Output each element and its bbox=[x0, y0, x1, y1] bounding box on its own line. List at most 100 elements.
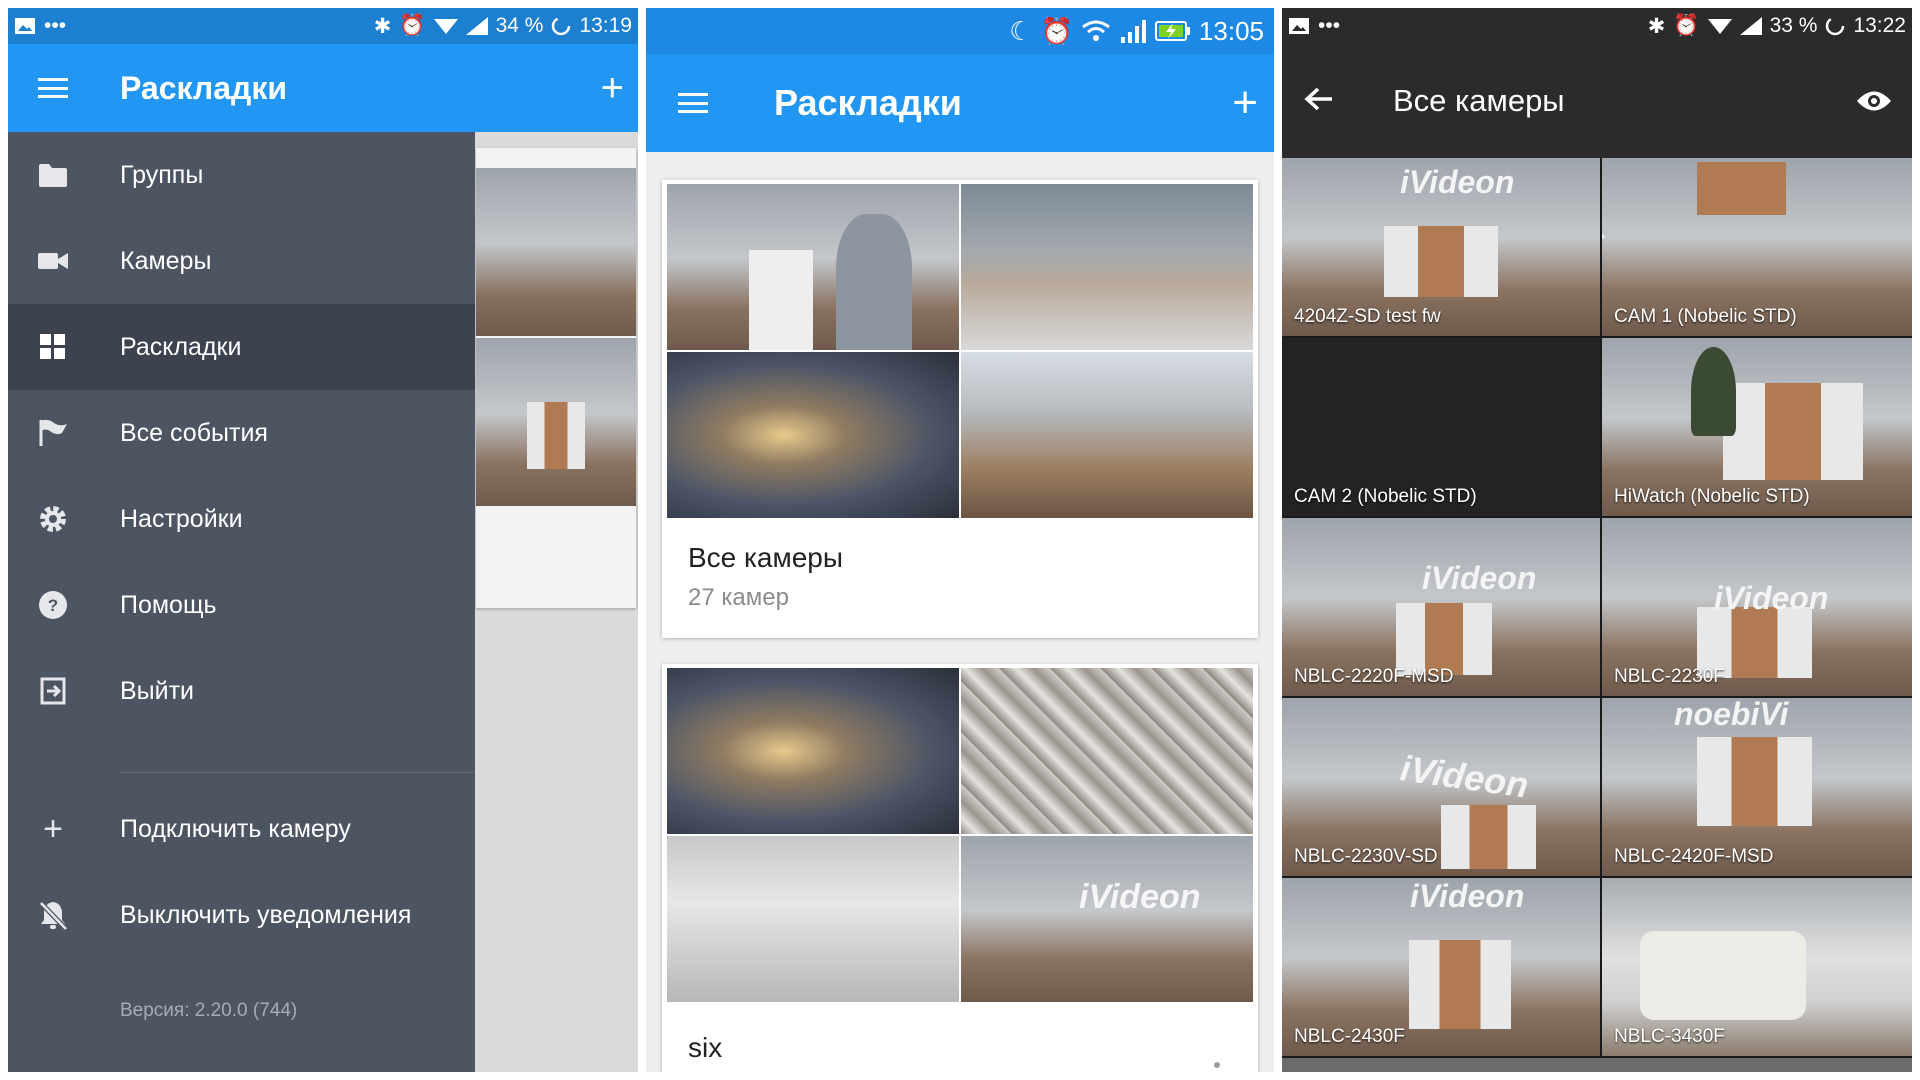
camera-tile[interactable]: CAM 2 (Nobelic STD) bbox=[1282, 338, 1600, 516]
ivideon-logo: iVideon bbox=[1079, 878, 1201, 916]
ivideon-logo: iVideon bbox=[1400, 164, 1515, 200]
ivideon-logo: iVideon bbox=[1422, 560, 1537, 596]
camera-thumbnail: iVideon bbox=[961, 836, 1253, 1002]
battery-circle-icon bbox=[552, 16, 571, 36]
drawer-item-label: Помощь bbox=[120, 590, 217, 619]
camera-thumbnail bbox=[667, 184, 959, 350]
camera-thumbnail bbox=[667, 668, 959, 834]
folder-icon bbox=[36, 158, 70, 192]
ivideon-logo: noebiVi bbox=[1674, 698, 1789, 732]
camera-thumbnail bbox=[961, 352, 1253, 518]
image-notification-icon bbox=[1289, 18, 1309, 34]
camera-tile[interactable]: HiWatch (Nobelic STD) bbox=[1602, 338, 1912, 516]
app-version: Версия: 2.20.0 (744) bbox=[120, 1000, 298, 1021]
camera-name: NBLC-2420F-MSD bbox=[1614, 846, 1774, 867]
menu-icon[interactable] bbox=[678, 93, 708, 113]
drawer-item-mute-notifications[interactable]: Выключить уведомления bbox=[8, 872, 475, 958]
layout-preview-grid: iVideon bbox=[667, 668, 1253, 1004]
camera-name: HiWatch (Nobelic STD) bbox=[1614, 486, 1810, 507]
eye-icon[interactable] bbox=[1856, 90, 1892, 112]
ivideon-logo: iVideon bbox=[1397, 747, 1531, 806]
battery-level: 33 % bbox=[1769, 14, 1818, 37]
camera-thumbnail bbox=[476, 168, 636, 336]
camera-name: NBLC-2230V-SD bbox=[1294, 846, 1438, 867]
more-dots-icon: ••• bbox=[1318, 14, 1341, 37]
layouts-screen: ☾ ⏰ 13:05 Раскладки + Все камеры 27 каме… bbox=[646, 8, 1274, 1072]
wifi-icon bbox=[433, 19, 458, 34]
exit-icon bbox=[36, 674, 70, 708]
drawer-item-add-camera[interactable]: + Подключить камеру bbox=[8, 786, 475, 872]
layout-card-six[interactable]: iVideon six bbox=[662, 664, 1258, 1072]
layout-card-all-cameras[interactable]: Все камеры 27 камер bbox=[662, 180, 1258, 638]
wifi-icon bbox=[1707, 19, 1732, 34]
add-layout-button[interactable]: + bbox=[1232, 78, 1258, 128]
status-bar: ••• ✱ ⏰ 33 % 13:22 bbox=[1282, 8, 1912, 44]
menu-icon[interactable] bbox=[38, 78, 68, 98]
layout-preview-grid bbox=[667, 184, 1253, 520]
layout-name: six bbox=[688, 1032, 723, 1063]
drawer-item-logout[interactable]: Выйти bbox=[8, 648, 475, 734]
battery-charging-icon bbox=[1154, 21, 1190, 41]
back-arrow-icon[interactable] bbox=[1304, 82, 1334, 121]
signal-icon bbox=[1739, 17, 1762, 35]
image-notification-icon bbox=[15, 18, 35, 34]
signal-icon bbox=[465, 17, 488, 35]
drawer-item-all-events[interactable]: Все события bbox=[8, 390, 475, 476]
camera-name: NBLC-2430F bbox=[1294, 1026, 1405, 1047]
camera-name: NBLC-2220F-MSD bbox=[1294, 666, 1454, 687]
gear-icon bbox=[36, 502, 70, 536]
camera-name: CAM 2 (Nobelic STD) bbox=[1294, 486, 1477, 507]
wifi-icon bbox=[1082, 20, 1110, 41]
drawer-item-label: Камеры bbox=[120, 246, 212, 275]
battery-level: 34 % bbox=[495, 14, 544, 37]
flag-icon bbox=[36, 416, 70, 450]
add-layout-button[interactable]: + bbox=[601, 66, 624, 111]
drawer-screen: ••• ✱ ⏰ 34 % 13:19 Раскладки + Группы Ка… bbox=[8, 8, 638, 1072]
camera-tile[interactable]: iVid CAM 1 (Nobelic STD) bbox=[1602, 158, 1912, 336]
alarm-icon: ⏰ bbox=[399, 14, 426, 37]
camera-tile[interactable]: iVideon NBLC-2220F-MSD bbox=[1282, 518, 1600, 696]
layout-card-behind bbox=[476, 148, 636, 608]
battery-circle-icon bbox=[1826, 16, 1845, 36]
drawer-item-label: Подключить камеру bbox=[120, 814, 351, 843]
drawer-item-layouts[interactable]: Раскладки bbox=[8, 304, 475, 390]
camera-tile[interactable]: iVideon NBLC-2230V-SD bbox=[1282, 698, 1600, 876]
more-dots-icon: ••• bbox=[44, 14, 67, 37]
drawer-item-settings[interactable]: Настройки bbox=[8, 476, 475, 562]
drawer-item-label: Группы bbox=[120, 160, 204, 189]
signal-icon bbox=[1120, 20, 1146, 43]
camera-thumbnail bbox=[667, 352, 959, 518]
ivideon-logo: iVideon bbox=[1410, 878, 1525, 914]
drawer-item-label: Настройки bbox=[120, 504, 243, 533]
status-bar: ☾ ⏰ 13:05 bbox=[646, 8, 1274, 54]
camera-name: NBLC-3430F bbox=[1614, 1026, 1725, 1047]
status-time: 13:22 bbox=[1853, 14, 1906, 37]
status-time: 13:05 bbox=[1198, 15, 1264, 46]
plus-icon: + bbox=[43, 809, 63, 848]
camera-thumbnail bbox=[961, 668, 1253, 834]
more-vert-icon[interactable] bbox=[1214, 1062, 1220, 1072]
camera-thumbnail bbox=[476, 338, 636, 506]
moon-icon: ☾ bbox=[1009, 15, 1033, 46]
camera-tile[interactable]: iVideon 4204Z-SD test fw bbox=[1282, 158, 1600, 336]
drawer-item-cameras[interactable]: Камеры bbox=[8, 218, 475, 304]
ivideon-logo: iVid bbox=[1602, 188, 1610, 245]
camera-thumbnail bbox=[961, 184, 1253, 350]
status-time: 13:19 bbox=[579, 14, 632, 37]
bluetooth-icon: ✱ bbox=[1647, 14, 1666, 38]
status-bar: ••• ✱ ⏰ 34 % 13:19 bbox=[8, 8, 638, 44]
all-cameras-screen: ••• ✱ ⏰ 33 % 13:22 Все камеры iVideon 42… bbox=[1282, 8, 1912, 1072]
ivideon-logo: iVideon bbox=[1714, 580, 1829, 616]
camera-tile[interactable]: iVideon NBLC-2430F bbox=[1282, 878, 1600, 1056]
page-title: Раскладки bbox=[774, 82, 962, 123]
layout-camera-count: 27 камер bbox=[688, 584, 789, 611]
alarm-icon: ⏰ bbox=[1673, 14, 1700, 37]
drawer-divider bbox=[120, 772, 475, 773]
camera-tile[interactable]: noebiVi NBLC-2420F-MSD bbox=[1602, 698, 1912, 876]
camera-tile[interactable]: iVideon NBLC-2230F bbox=[1602, 518, 1912, 696]
drawer-item-groups[interactable]: Группы bbox=[8, 132, 475, 218]
alarm-icon: ⏰ bbox=[1040, 15, 1073, 46]
camera-tile[interactable]: NBLC-3430F bbox=[1602, 878, 1912, 1056]
drawer-item-label: Выключить уведомления bbox=[120, 900, 412, 929]
drawer-item-help[interactable]: ? Помощь bbox=[8, 562, 475, 648]
